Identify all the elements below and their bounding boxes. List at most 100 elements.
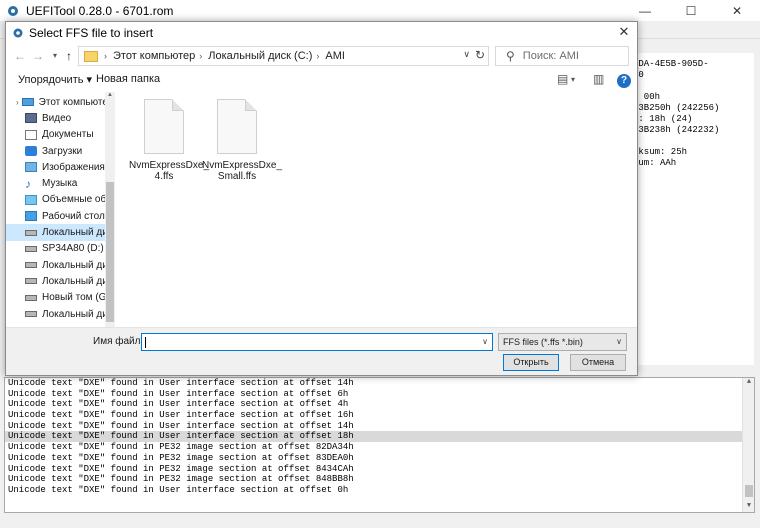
message-row[interactable]: Unicode text "DXE" found in User interfa… <box>5 378 754 389</box>
gear-icon <box>8 5 18 16</box>
drive-icon <box>25 229 37 236</box>
scroll-up-icon[interactable]: ▲ <box>105 92 115 98</box>
file-item[interactable]: NvmExpressDxe_ Small.ffs <box>202 99 283 182</box>
messages-container: Unicode text "DXE" found in User interfa… <box>5 378 754 496</box>
info-panel: FDA-4E5B-905D- D0: 00h 3B250h (242256) e: … <box>626 53 754 365</box>
tree-item-label: Документы <box>42 129 94 141</box>
minimize-button[interactable]: — <box>622 0 668 21</box>
tree-item-label: Новый том (G:) <box>42 292 110 304</box>
file-list: NvmExpressDxe_ 4.ffs NvmExpressDxe_ Smal… <box>116 92 637 329</box>
info-line: 3B238h (242232) <box>633 125 720 135</box>
navigation-bar: ← → ▾ ↑ › Этот компьютер › Локальный дис… <box>6 44 637 68</box>
tree-item[interactable]: Документы <box>6 127 110 143</box>
breadcrumb-item[interactable]: AMI <box>325 50 345 62</box>
tree-item[interactable]: Изображения <box>6 159 110 175</box>
tree-item-label: Локальный дис <box>42 259 110 271</box>
chevron-right-icon[interactable]: › <box>16 98 19 107</box>
message-row[interactable]: Unicode text "DXE" found in User interfa… <box>5 431 754 443</box>
navigation-scrollbar[interactable]: ▲ <box>105 92 115 328</box>
up-arrow-icon[interactable]: ↑ <box>61 47 77 65</box>
search-box[interactable]: ⚲ Поиск: AMI <box>495 46 629 66</box>
file-name: Small.ffs <box>217 171 257 182</box>
new-folder-button[interactable]: Новая папка <box>96 73 160 85</box>
search-placeholder: Поиск: AMI <box>522 50 579 62</box>
chevron-right-icon: › <box>104 51 107 61</box>
forward-arrow-icon[interactable]: → <box>30 47 46 65</box>
view-options-icon[interactable]: ▤ <box>557 72 568 86</box>
close-button[interactable]: ✕ <box>714 0 760 21</box>
chevron-down-icon[interactable]: ∨ <box>482 337 488 346</box>
scroll-thumb[interactable] <box>106 182 114 322</box>
info-line <box>633 81 754 92</box>
navigation-pane: › Этот компьютер Видео Документы Загрузки Изо… <box>6 94 110 327</box>
back-arrow-icon[interactable]: ← <box>12 47 28 65</box>
file-icon <box>217 99 257 154</box>
message-row[interactable]: Unicode text "DXE" found in PE32 image s… <box>5 442 754 453</box>
open-button[interactable]: Открыть <box>503 354 559 371</box>
tree-item[interactable]: Новый том (G:) <box>6 290 110 306</box>
chevron-down-icon[interactable]: ▾ <box>571 75 575 84</box>
filename-input[interactable]: ∨ <box>141 333 493 351</box>
tree-item[interactable]: Видео <box>6 110 110 126</box>
tree-item[interactable]: Локальный дис <box>6 257 110 273</box>
tree-item[interactable]: Объемные объ <box>6 192 110 208</box>
dialog-close-button[interactable]: ✕ <box>615 24 633 40</box>
command-bar: Упорядочить ▾ Новая папка ▤ ▾ ▥ ? <box>6 69 637 91</box>
file-type-select[interactable]: FFS files (*.ffs *.bin) ∨ <box>498 333 627 351</box>
message-row[interactable]: Unicode text "DXE" found in User interfa… <box>5 399 754 410</box>
chevron-right-icon: › <box>316 51 320 61</box>
tree-item[interactable]: › Этот компьютер <box>6 94 110 110</box>
breadcrumb-item[interactable]: Этот компьютер <box>113 50 195 62</box>
gear-icon <box>13 28 23 37</box>
file-type-value: FFS files (*.ffs *.bin) <box>503 337 583 347</box>
address-bar[interactable]: › Этот компьютер › Локальный диск (C:) ›… <box>78 46 489 66</box>
chevron-down-icon[interactable]: ∨ <box>463 49 470 60</box>
info-line: 3B250h (242256) <box>633 103 720 113</box>
tree-item-label: Локальный дис <box>42 308 110 320</box>
scroll-thumb[interactable] <box>745 485 753 497</box>
message-row[interactable]: Unicode text "DXE" found in PE32 image s… <box>5 464 754 475</box>
video-icon <box>25 113 37 124</box>
scroll-down-icon[interactable]: ▼ <box>743 502 754 512</box>
img-icon <box>25 162 37 173</box>
preview-pane-icon[interactable]: ▥ <box>593 72 604 86</box>
text-caret <box>145 337 146 348</box>
cancel-button[interactable]: Отмена <box>570 354 626 371</box>
messages-list[interactable]: Unicode text "DXE" found in User interfa… <box>4 377 755 513</box>
tree-item-label: Рабочий стол <box>42 210 105 222</box>
drive-icon <box>25 262 37 269</box>
message-row[interactable]: Unicode text "DXE" found in User interfa… <box>5 421 754 432</box>
organize-button[interactable]: Упорядочить ▾ <box>18 73 92 86</box>
file-name: NvmExpressDxe_ <box>202 160 283 171</box>
message-row[interactable]: Unicode text "DXE" found in User interfa… <box>5 389 754 400</box>
refresh-icon[interactable]: ↻ <box>475 48 485 62</box>
file-dialog: Select FFS file to insert ✕ ← → ▾ ↑ › Эт… <box>5 21 638 376</box>
chevron-right-icon: › <box>199 51 203 61</box>
tree-item[interactable]: Рабочий стол <box>6 208 110 224</box>
info-line: : 00h <box>633 92 661 102</box>
drive-icon <box>25 278 37 285</box>
help-icon[interactable]: ? <box>617 74 631 88</box>
search-icon: ⚲ <box>506 49 515 63</box>
message-row[interactable]: Unicode text "DXE" found in User interfa… <box>5 485 754 496</box>
breadcrumb-item[interactable]: Локальный диск (C:) <box>208 50 312 62</box>
file-icon <box>144 99 184 154</box>
tree-item[interactable]: SP34A80 (D:) <box>6 241 110 257</box>
tree-item-label: Этот компьютер <box>38 96 110 108</box>
maximize-button[interactable]: ☐ <box>668 0 714 21</box>
dialog-title: Select FFS file to insert <box>29 25 154 40</box>
file-item[interactable]: NvmExpressDxe_ 4.ffs <box>129 99 209 182</box>
messages-scrollbar[interactable]: ▲ ▼ <box>742 378 754 512</box>
tree-item-label: Изображения <box>42 161 105 173</box>
doc-icon <box>25 129 37 140</box>
tree-item[interactable]: ♪ Музыка <box>6 175 110 191</box>
message-row[interactable]: Unicode text "DXE" found in PE32 image s… <box>5 453 754 464</box>
tree-item[interactable]: Локальный дис <box>6 306 110 322</box>
desk-icon <box>25 211 37 222</box>
message-row[interactable]: Unicode text "DXE" found in User interfa… <box>5 410 754 421</box>
tree-item[interactable]: Локальный дис <box>6 224 110 241</box>
scroll-up-icon[interactable]: ▲ <box>743 378 754 388</box>
tree-item[interactable]: Загрузки <box>6 143 110 159</box>
tree-item[interactable]: Локальный дис <box>6 273 110 289</box>
message-row[interactable]: Unicode text "DXE" found in PE32 image s… <box>5 474 754 485</box>
